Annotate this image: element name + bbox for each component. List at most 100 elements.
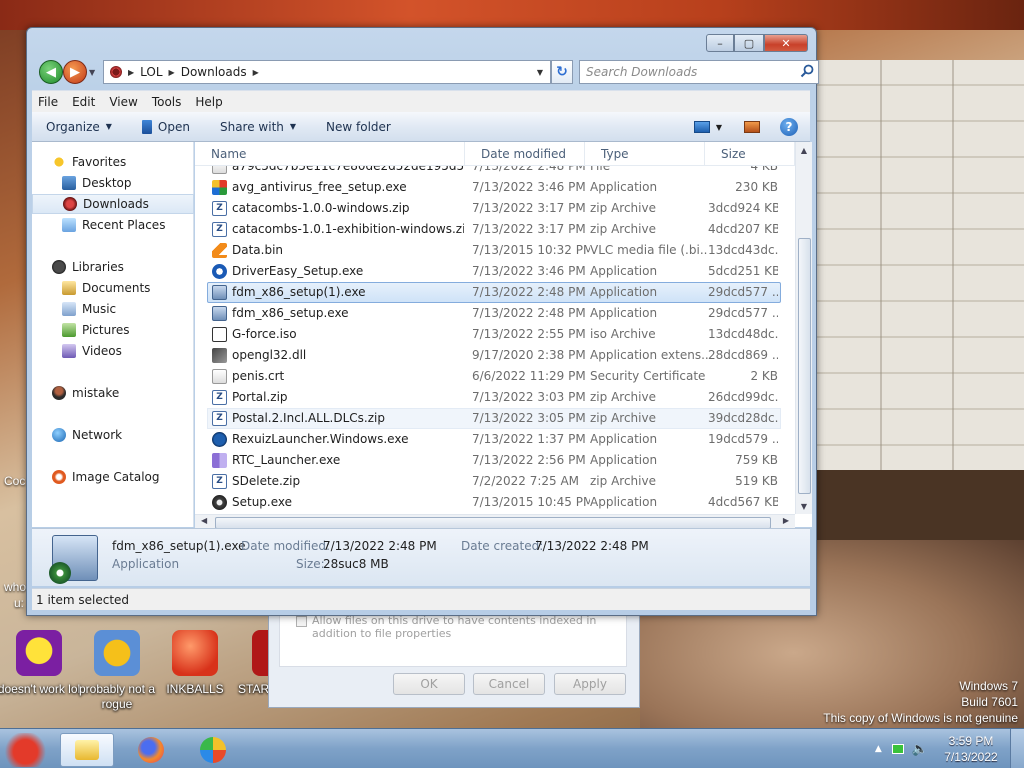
breadcrumb-lol[interactable]: LOL [134, 65, 168, 79]
nav-network[interactable]: Network [32, 425, 194, 445]
scroll-down-icon[interactable]: ▼ [796, 498, 812, 514]
scroll-left-icon[interactable]: ◀ [201, 516, 207, 525]
vertical-scrollbar[interactable]: ▲ ▼ [795, 142, 812, 514]
file-row[interactable]: avg_antivirus_free_setup.exe 7/13/2022 3:… [207, 177, 781, 198]
address-dropdown-icon[interactable]: ▼ [532, 61, 548, 83]
organize-button[interactable]: Organize ▼ [46, 120, 112, 134]
file-date-modified: 7/13/2022 3:17 PM [472, 201, 586, 215]
start-angry-birds-icon[interactable] [2, 733, 54, 767]
file-list-pane: Name Date modified Type Size a79c5dc7b5e… [195, 142, 812, 531]
volume-icon[interactable]: 🔈 [912, 742, 928, 757]
view-options-dropdown-icon[interactable]: ▼ [716, 123, 722, 132]
nav-videos[interactable]: Videos [32, 341, 194, 361]
desktop-label-fragment: who [4, 580, 27, 594]
nav-music[interactable]: Music [32, 299, 194, 319]
file-row[interactable]: Postal.2.Incl.ALL.DLCs.zip 7/13/2022 3:05… [207, 408, 781, 429]
dialog-apply-button[interactable]: Apply [554, 673, 626, 695]
nav-favorites[interactable]: Favorites [32, 152, 194, 172]
star-app-icon [252, 630, 268, 676]
network-status-icon[interactable] [891, 744, 904, 754]
zip-icon [212, 474, 227, 489]
file-row[interactable]: RTC_Launcher.exe 7/13/2022 2:56 PM Applica… [207, 450, 781, 471]
exe-icon [212, 285, 227, 300]
menu-tools[interactable]: Tools [152, 95, 182, 109]
nav-downloads[interactable]: Downloads [32, 194, 194, 214]
file-row[interactable]: SDelete.zip 7/2/2022 7:25 AM zip Archive 51… [207, 471, 781, 492]
file-type: Application extens... [590, 348, 708, 362]
close-button[interactable]: ✕ [764, 34, 808, 52]
nav-label: Favorites [72, 155, 127, 169]
column-header-size[interactable]: Size [705, 142, 795, 166]
file-type: zip Archive [590, 201, 656, 215]
nav-user-folder[interactable]: mistake [32, 383, 194, 403]
search-icon[interactable] [800, 64, 814, 78]
open-button[interactable]: Open [141, 119, 190, 134]
forward-button[interactable]: ▶ [63, 60, 87, 84]
nav-recent-places[interactable]: Recent Places [32, 215, 194, 235]
menu-file[interactable]: File [38, 95, 58, 109]
file-size: 26dcd99dc... [708, 390, 778, 404]
yahoo-messenger-icon [16, 630, 62, 676]
nav-label: Desktop [82, 176, 132, 190]
scroll-up-icon[interactable]: ▲ [796, 142, 812, 158]
new-folder-button[interactable]: New folder [326, 120, 391, 134]
nav-desktop[interactable]: Desktop [32, 173, 194, 193]
breadcrumb-separator-icon[interactable]: ▶ [253, 68, 259, 77]
back-button[interactable]: ◀ [39, 60, 63, 84]
column-header-date[interactable]: Date modified [465, 142, 585, 166]
change-view-icon[interactable] [693, 121, 710, 133]
file-row[interactable]: catacombs-1.0.0-windows.zip 7/13/2022 3:1… [207, 198, 781, 219]
column-header-name[interactable]: Name [195, 142, 465, 166]
refresh-button[interactable]: ↻ [551, 60, 573, 84]
file-row[interactable]: a79c5dc7b5e11c7e80de2d52de195d55 7/13/202… [207, 166, 781, 177]
file-row[interactable]: G-force.iso 7/13/2022 2:55 PM iso Archive 1… [207, 324, 781, 345]
file-size: 29dcd577 ... [708, 306, 778, 320]
menu-view[interactable]: View [109, 95, 137, 109]
show-hidden-icons-icon[interactable]: ▲ [875, 744, 882, 754]
dialog-cancel-button[interactable]: Cancel [473, 673, 545, 695]
maximize-button[interactable]: ▢ [734, 34, 764, 52]
file-row[interactable]: penis.crt 6/6/2022 11:29 PM Security Certi… [207, 366, 781, 387]
file-row[interactable]: Data.bin 7/13/2015 10:32 PM VLC media file… [207, 240, 781, 261]
search-input[interactable]: Search Downloads [579, 60, 819, 84]
taskbar-vpn-button[interactable] [186, 733, 240, 767]
show-desktop-button[interactable] [1010, 729, 1024, 768]
file-size: 759 KB [735, 453, 778, 467]
nav-image-catalog[interactable]: Image Catalog [32, 467, 194, 487]
share-with-button[interactable]: Share with ▼ [220, 120, 296, 134]
menu-help[interactable]: Help [195, 95, 222, 109]
file-row[interactable]: Setup.exe 7/13/2015 10:45 PM Application 4d… [207, 492, 781, 513]
scroll-right-icon[interactable]: ▶ [783, 516, 789, 525]
desktop-icon-rogue[interactable]: probably not a rogue [72, 630, 162, 712]
vertical-scroll-thumb[interactable] [798, 238, 811, 494]
column-header-type[interactable]: Type [585, 142, 705, 166]
taskbar-clock[interactable]: 3:59 PM 7/13/2022 [932, 733, 1010, 765]
minimize-button[interactable]: – [706, 34, 734, 52]
file-row[interactable]: Portal.zip 7/13/2022 3:03 PM zip Archive 26… [207, 387, 781, 408]
preview-pane-icon[interactable] [744, 121, 760, 133]
address-bar[interactable]: ▶ LOL ▶ Downloads ▶ ▼ [103, 60, 551, 84]
taskbar-explorer-button[interactable] [60, 733, 114, 767]
desktop-icon-star[interactable]: STAR [224, 630, 268, 697]
breadcrumb-downloads[interactable]: Downloads [175, 65, 253, 79]
desktop-label-fragment: Coc [4, 474, 26, 488]
file-row[interactable]: fdm_x86_setup(1).exe 7/13/2022 2:48 PM App… [207, 282, 781, 303]
help-icon[interactable]: ? [780, 118, 798, 136]
file-date-modified: 6/6/2022 11:29 PM [472, 369, 586, 383]
file-size: 5dcd251 KB [708, 264, 778, 278]
dialog-ok-button[interactable]: OK [393, 673, 465, 695]
taskbar-firefox-button[interactable] [124, 733, 178, 767]
file-row[interactable]: RexuizLauncher.Windows.exe 7/13/2022 1:37… [207, 429, 781, 450]
status-bar: 1 item selected [32, 588, 810, 610]
index-contents-checkbox[interactable] [296, 616, 307, 627]
nav-libraries[interactable]: Libraries [32, 257, 194, 277]
recent-pages-dropdown[interactable]: ▼ [89, 60, 99, 84]
file-row[interactable]: opengl32.dll 9/17/2020 2:38 PM Application… [207, 345, 781, 366]
file-row[interactable]: catacombs-1.0.1-exhibition-windows.zip 7/… [207, 219, 781, 240]
menu-edit[interactable]: Edit [72, 95, 95, 109]
details-size-label: Size: [296, 557, 325, 571]
file-row[interactable]: fdm_x86_setup.exe 7/13/2022 2:48 PM Applic… [207, 303, 781, 324]
file-row[interactable]: DriverEasy_Setup.exe 7/13/2022 3:46 PM App… [207, 261, 781, 282]
nav-documents[interactable]: Documents [32, 278, 194, 298]
nav-pictures[interactable]: Pictures [32, 320, 194, 340]
